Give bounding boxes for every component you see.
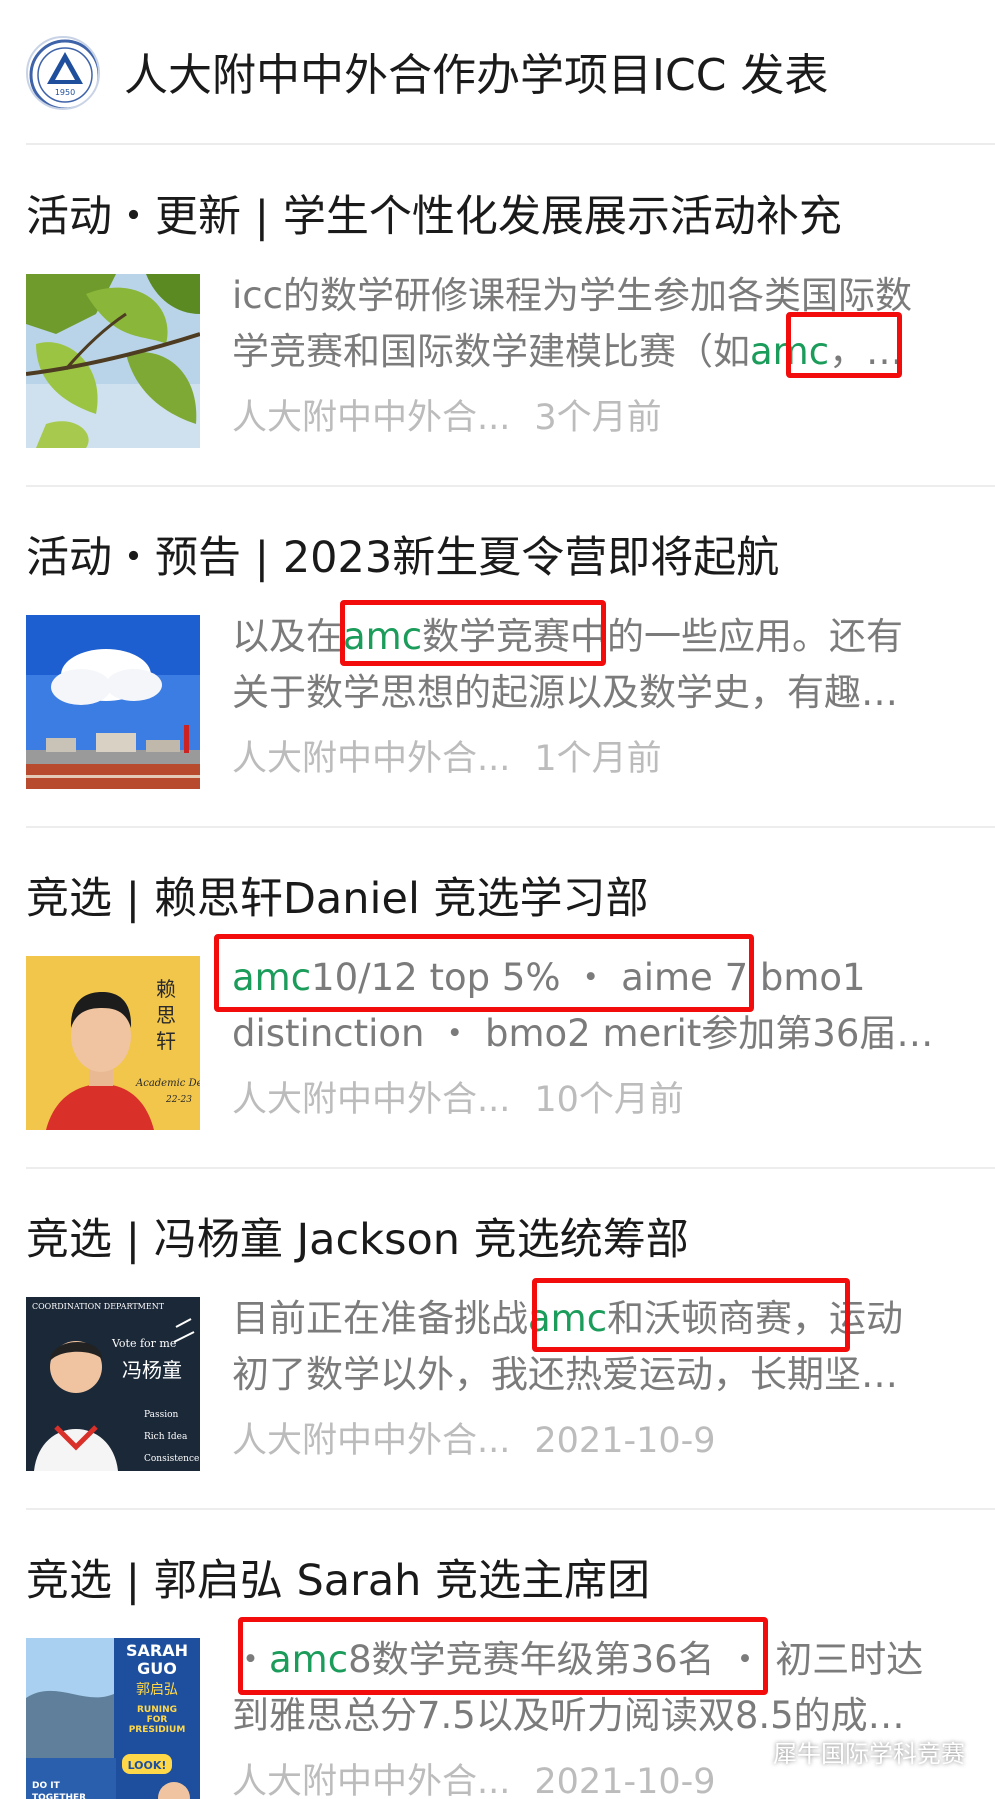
article-meta: 人大附中中外合... 1个月前 — [232, 731, 662, 787]
article-snippet: icc的数学研修课程为学生参加各类国际数 学竞赛和国际数学建模比赛（如amc，… — [232, 268, 972, 380]
snippet-text: 目前正在准备挑战 — [232, 1297, 528, 1340]
article-title[interactable]: 活动・预告 | 2023新生夏令营即将起航 — [26, 529, 779, 587]
article-title[interactable]: 竞选 | 冯杨童 Jackson 竞选统筹部 — [26, 1211, 689, 1269]
svg-text:DO IT: DO IT — [32, 1781, 61, 1791]
snippet-text: 数学竞赛中的一些应用。还有 — [422, 615, 904, 658]
keyword-highlight: amc — [269, 1638, 349, 1681]
snippet-line: 目前正在准备挑战amc和沃顿商赛，运动 — [232, 1291, 972, 1347]
svg-text:赖: 赖 — [156, 977, 176, 1001]
svg-text:郭启弘: 郭启弘 — [136, 1681, 178, 1698]
article-title[interactable]: 竞选 | 赖思轩Daniel 竞选学习部 — [26, 870, 649, 928]
snippet-text: distinction ・ bmo2 merit参加第36届… — [232, 1012, 934, 1055]
snippet-line: 关于数学思想的起源以及数学史，有趣… — [232, 665, 972, 721]
watermark-text: 犀牛国际学科竞赛 — [773, 1740, 965, 1768]
snippet-line: distinction ・ bmo2 merit参加第36届… — [232, 1006, 972, 1062]
snippet-text: 关于数学思想的起源以及数学史，有趣… — [232, 671, 898, 714]
svg-text:SARAH: SARAH — [126, 1641, 188, 1660]
svg-text:思: 思 — [156, 1003, 176, 1027]
thumb-header: COORDINATION DEPARTMENT — [32, 1302, 165, 1311]
svg-text:FOR: FOR — [147, 1715, 168, 1725]
article-source: 人大附中中外合... — [232, 1421, 511, 1461]
svg-text:22-23: 22-23 — [165, 1095, 192, 1105]
snippet-line: icc的数学研修课程为学生参加各类国际数 — [232, 268, 972, 324]
svg-text:PRESIDIUM: PRESIDIUM — [129, 1725, 186, 1735]
svg-text:冯杨童: 冯杨童 — [122, 1358, 182, 1382]
article-time: 3个月前 — [534, 398, 662, 438]
snippet-text: ，… — [829, 330, 904, 373]
article-title[interactable]: 竞选 | 郭启弘 Sarah 竞选主席团 — [26, 1552, 650, 1610]
svg-text:Rich Idea: Rich Idea — [144, 1432, 188, 1442]
article-time: 2021-10-9 — [534, 1421, 716, 1461]
article-snippet: ・amc8数学竞赛年级第36名 ・ 初三时达 到雅思总分7.5以及听力阅读双8.… — [232, 1632, 972, 1744]
article-snippet: 目前正在准备挑战amc和沃顿商赛，运动 初了数学以外，我还热爱运动，长期坚… — [232, 1291, 972, 1403]
svg-text:Vote for me: Vote for me — [111, 1337, 176, 1350]
snippet-line: amc10/12 top 5% ・ aime 7 bmo1 — [232, 950, 972, 1006]
svg-text:GUO: GUO — [137, 1659, 177, 1678]
article-item[interactable]: 活动・更新 | 学生个性化发展展示活动补充 icc的数学研修课程为学生参加各类国… — [0, 146, 995, 487]
keyword-highlight: amc — [528, 1297, 608, 1340]
article-meta: 人大附中中外合... 2021-10-9 — [232, 1413, 716, 1469]
svg-text:TOGETHER: TOGETHER — [32, 1793, 86, 1799]
watermark: 犀牛国际学科竞赛 — [731, 1736, 965, 1772]
article-source: 人大附中中外合... — [232, 739, 511, 779]
keyword-highlight: amc — [750, 330, 830, 373]
snippet-text: ・ — [232, 1638, 269, 1681]
article-thumbnail[interactable]: COORDINATION DEPARTMENT Vote for me 冯杨童 … — [26, 1297, 200, 1471]
wechat-icon — [731, 1740, 765, 1768]
account-header: 1950 人大附中中外合作办学项目ICC 发表 — [0, 0, 995, 146]
svg-text:轩: 轩 — [156, 1029, 176, 1053]
article-item[interactable]: 竞选 | 冯杨童 Jackson 竞选统筹部 COORDINATION DEPA… — [0, 1169, 995, 1510]
header-divider — [26, 143, 995, 145]
article-title[interactable]: 活动・更新 | 学生个性化发展展示活动补充 — [26, 188, 842, 246]
keyword-highlight: amc — [343, 615, 423, 658]
account-name[interactable]: 人大附中中外合作办学项目ICC 发表 — [124, 46, 828, 106]
snippet-text: 8数学竞赛年级第36名 ・ 初三时达 — [348, 1638, 924, 1681]
snippet-text: 学竞赛和国际数学建模比赛（如 — [232, 330, 750, 373]
snippet-text: 到雅思总分7.5以及听力阅读双8.5的成… — [232, 1694, 905, 1737]
article-thumbnail[interactable]: SARAH GUO 郭启弘 RUNING FOR PRESIDIUM LOOK!… — [26, 1638, 200, 1799]
snippet-line: 初了数学以外，我还热爱运动，长期坚… — [232, 1347, 972, 1403]
svg-text:RUNING: RUNING — [137, 1705, 177, 1715]
article-time: 2021-10-9 — [534, 1762, 716, 1799]
svg-text:LOOK!: LOOK! — [128, 1759, 167, 1772]
article-snippet: 以及在amc数学竞赛中的一些应用。还有 关于数学思想的起源以及数学史，有趣… — [232, 609, 972, 721]
account-logo[interactable]: 1950 — [26, 36, 100, 110]
snippet-text: icc的数学研修课程为学生参加各类国际数 — [232, 274, 912, 317]
article-source: 人大附中中外合... — [232, 398, 511, 438]
snippet-line: 学竞赛和国际数学建模比赛（如amc，… — [232, 324, 972, 380]
snippet-text: 初了数学以外，我还热爱运动，长期坚… — [232, 1353, 898, 1396]
article-thumbnail[interactable]: 赖 思 轩 Academic Dept. 22-23 — [26, 956, 200, 1130]
svg-text:1950: 1950 — [55, 88, 75, 97]
article-meta: 人大附中中外合... 3个月前 — [232, 390, 662, 446]
article-thumbnail[interactable] — [26, 615, 200, 789]
article-snippet: amc10/12 top 5% ・ aime 7 bmo1 distinctio… — [232, 950, 972, 1062]
article-time: 1个月前 — [534, 739, 662, 779]
article-source: 人大附中中外合... — [232, 1080, 511, 1120]
snippet-line: ・amc8数学竞赛年级第36名 ・ 初三时达 — [232, 1632, 972, 1688]
svg-text:Academic Dept.: Academic Dept. — [135, 1078, 200, 1089]
article-thumbnail[interactable] — [26, 274, 200, 448]
svg-text:Consistence: Consistence — [144, 1454, 199, 1464]
article-item[interactable]: 活动・预告 | 2023新生夏令营即将起航 以及在amc数学竞赛中的一些应用。还… — [0, 487, 995, 828]
article-time: 10个月前 — [534, 1080, 684, 1120]
snippet-line: 以及在amc数学竞赛中的一些应用。还有 — [232, 609, 972, 665]
article-meta: 人大附中中外合... 10个月前 — [232, 1072, 684, 1128]
article-source: 人大附中中外合... — [232, 1762, 511, 1799]
snippet-text: 10/12 top 5% ・ aime 7 bmo1 — [311, 956, 866, 999]
svg-text:Passion: Passion — [144, 1410, 179, 1420]
snippet-text: 和沃顿商赛，运动 — [607, 1297, 904, 1340]
snippet-text: 以及在 — [232, 615, 343, 658]
article-item[interactable]: 竞选 | 赖思轩Daniel 竞选学习部 赖 思 轩 Academic Dept… — [0, 828, 995, 1169]
article-meta: 人大附中中外合... 2021-10-9 — [232, 1754, 716, 1799]
keyword-highlight: amc — [232, 956, 312, 999]
